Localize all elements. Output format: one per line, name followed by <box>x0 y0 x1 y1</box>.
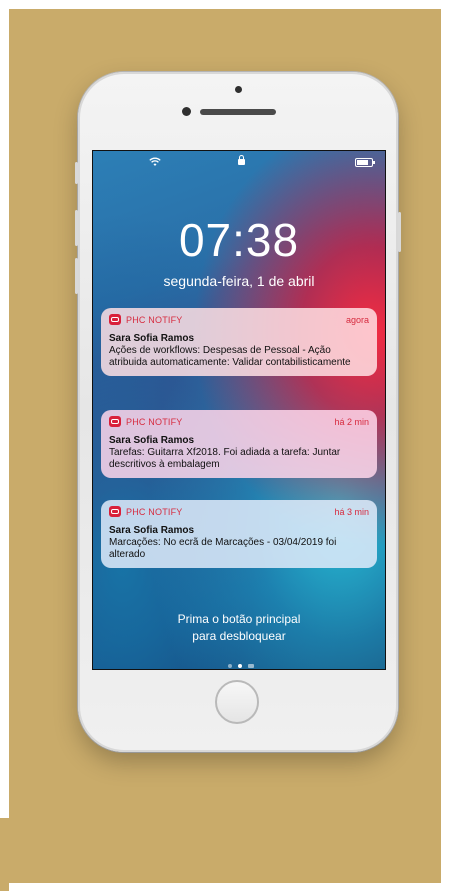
unlock-hint-line: para desbloquear <box>192 629 286 643</box>
notification-body: Tarefas: Guitarra Xf2018. Foi adiada a t… <box>109 447 341 470</box>
front-camera <box>182 107 191 116</box>
phc-app-icon <box>109 314 121 325</box>
notification-header: PHC NOTIFY há 3 min <box>109 506 369 520</box>
notification-app-name: PHC NOTIFY <box>126 417 183 427</box>
status-bar <box>93 155 385 171</box>
phone-frame: 07:38 segunda-feira, 1 de abril PHC NOTI… <box>75 72 401 752</box>
notification-body: Marcações: No ecrã de Marcações - 03/04/… <box>109 537 337 560</box>
unlock-hint-line: Prima o botão principal <box>177 612 301 626</box>
notification-title: Sara Sofia Ramos <box>109 435 195 446</box>
notification-app-name: PHC NOTIFY <box>126 315 183 325</box>
background-strip <box>0 818 9 891</box>
mute-switch <box>75 162 78 184</box>
lock-screen: 07:38 segunda-feira, 1 de abril PHC NOTI… <box>92 150 386 670</box>
notification-time: há 2 min <box>334 417 369 427</box>
notification-card[interactable]: PHC NOTIFY agora Sara Sofia Ramos Ações … <box>101 308 377 376</box>
notification-header: PHC NOTIFY agora <box>109 314 369 328</box>
clock-date: segunda-feira, 1 de abril <box>163 273 315 289</box>
phc-app-icon <box>109 506 121 517</box>
volume-up-button <box>75 210 78 246</box>
notification-card[interactable]: PHC NOTIFY há 3 min Sara Sofia Ramos Mar… <box>101 500 377 568</box>
unlock-hint: Prima o botão principal para desbloquear <box>93 611 385 645</box>
phc-app-icon <box>109 416 121 427</box>
earpiece-speaker <box>200 109 276 115</box>
page-dot <box>227 664 232 668</box>
notification-header: PHC NOTIFY há 2 min <box>109 416 369 430</box>
notification-time: agora <box>345 315 369 325</box>
notification-title: Sara Sofia Ramos <box>109 333 195 344</box>
notification-card[interactable]: PHC NOTIFY há 2 min Sara Sofia Ramos Tar… <box>101 410 377 478</box>
page-indicator[interactable] <box>93 655 385 669</box>
wifi-icon <box>149 157 161 170</box>
home-button[interactable] <box>215 680 259 724</box>
lock-icon <box>238 155 245 165</box>
notification-app-name: PHC NOTIFY <box>126 507 183 517</box>
page-dot-active <box>237 664 242 668</box>
clock-time: 07:38 <box>178 214 300 266</box>
volume-down-button <box>75 258 78 294</box>
proximity-sensor <box>235 86 242 93</box>
camera-icon <box>247 664 254 668</box>
notification-time: há 3 min <box>334 507 369 517</box>
notification-title: Sara Sofia Ramos <box>109 525 195 536</box>
notification-body: Ações de workflows: Despesas de Pessoal … <box>109 345 351 368</box>
power-button <box>398 212 401 252</box>
battery-icon <box>355 158 375 167</box>
